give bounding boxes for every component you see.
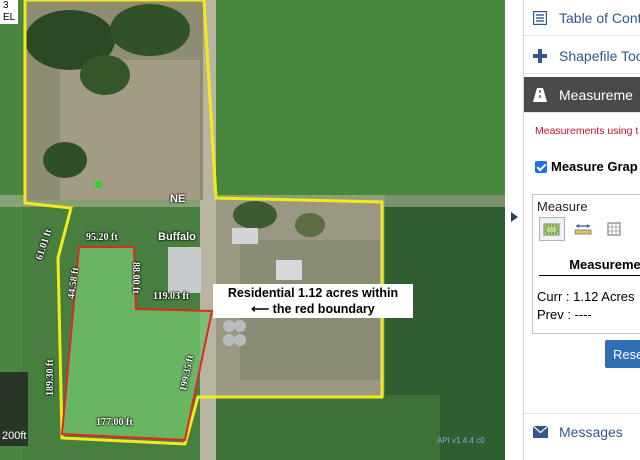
annotation-callout: Residential 1.12 acres within ⟵ the red … (213, 284, 413, 318)
scale-info-box: 3 EL (0, 0, 19, 24)
road-icon (532, 87, 548, 103)
messages-label: Messages (559, 423, 623, 440)
callout-line2: ⟵ the red boundary (215, 301, 411, 317)
measurement-label: 119.03 ft (153, 291, 190, 302)
measurement-label: Measureme (559, 86, 633, 103)
measurement-label: 88.00 ft (130, 262, 141, 294)
measurement-label: 189.30 ft (45, 359, 56, 396)
envelope-icon (532, 424, 548, 440)
measurement-result-header: Measureme (539, 257, 640, 276)
toc-label: Table of Conte (559, 9, 640, 26)
measurement-label: 95.20 ft (86, 232, 118, 243)
distance-tool-button[interactable] (570, 217, 596, 241)
panel-toggle-strip[interactable] (505, 0, 524, 460)
aerial-imagery (0, 0, 505, 460)
map-attribution[interactable]: API v1.4.4 c0 (437, 436, 485, 445)
scale-info-line1: 3 (3, 0, 9, 11)
scale-info-line2: EL (3, 12, 16, 23)
map-view[interactable]: 3 EL 200ft NE Buffalo 95.20 ft 61.01 ft … (0, 0, 505, 460)
scale-label: 200ft (2, 430, 27, 442)
area-tool-icon (543, 223, 560, 236)
location-tool-icon (607, 222, 621, 236)
toc-header[interactable]: Table of Conte (524, 0, 640, 36)
reset-button[interactable]: Rese (605, 340, 640, 368)
list-icon (532, 10, 548, 26)
place-label-buffalo: Buffalo (158, 231, 196, 243)
place-label-ne: NE (170, 193, 186, 205)
left-arrow-icon: ⟵ (251, 302, 270, 316)
callout-line1: Residential 1.12 acres within (227, 286, 399, 300)
measure-title: Measure (537, 199, 588, 214)
measure-graphics-label: Measure Grap (551, 159, 638, 174)
measurement-label: 177.00 ft (96, 417, 133, 428)
area-tool-button[interactable] (539, 217, 565, 241)
measurement-warning: Measurements using t official (535, 125, 640, 137)
measure-widget: Measure Measureme Curr : 1.12 Acres Prev… (532, 194, 640, 334)
shapefile-label: Shapefile Too (559, 47, 640, 64)
previous-measurement: Prev : ---- (537, 307, 592, 322)
plus-icon (532, 48, 548, 64)
distance-tool-icon (574, 224, 592, 235)
location-tool-button[interactable] (601, 217, 627, 241)
location-marker (95, 181, 102, 188)
shapefile-header[interactable]: Shapefile Too (524, 38, 640, 74)
callout-line2-text: the red boundary (272, 302, 375, 316)
current-measurement: Curr : 1.12 Acres (537, 289, 635, 304)
expand-arrow-icon[interactable] (511, 212, 518, 222)
side-panel: Table of Conte Shapefile Too Measureme M… (524, 0, 640, 460)
messages-header[interactable]: Messages (524, 413, 640, 449)
checkbox-checked-icon[interactable] (535, 160, 547, 173)
measure-graphics-checkbox[interactable]: Measure Grap (535, 159, 638, 174)
measurement-header[interactable]: Measureme (524, 77, 640, 113)
